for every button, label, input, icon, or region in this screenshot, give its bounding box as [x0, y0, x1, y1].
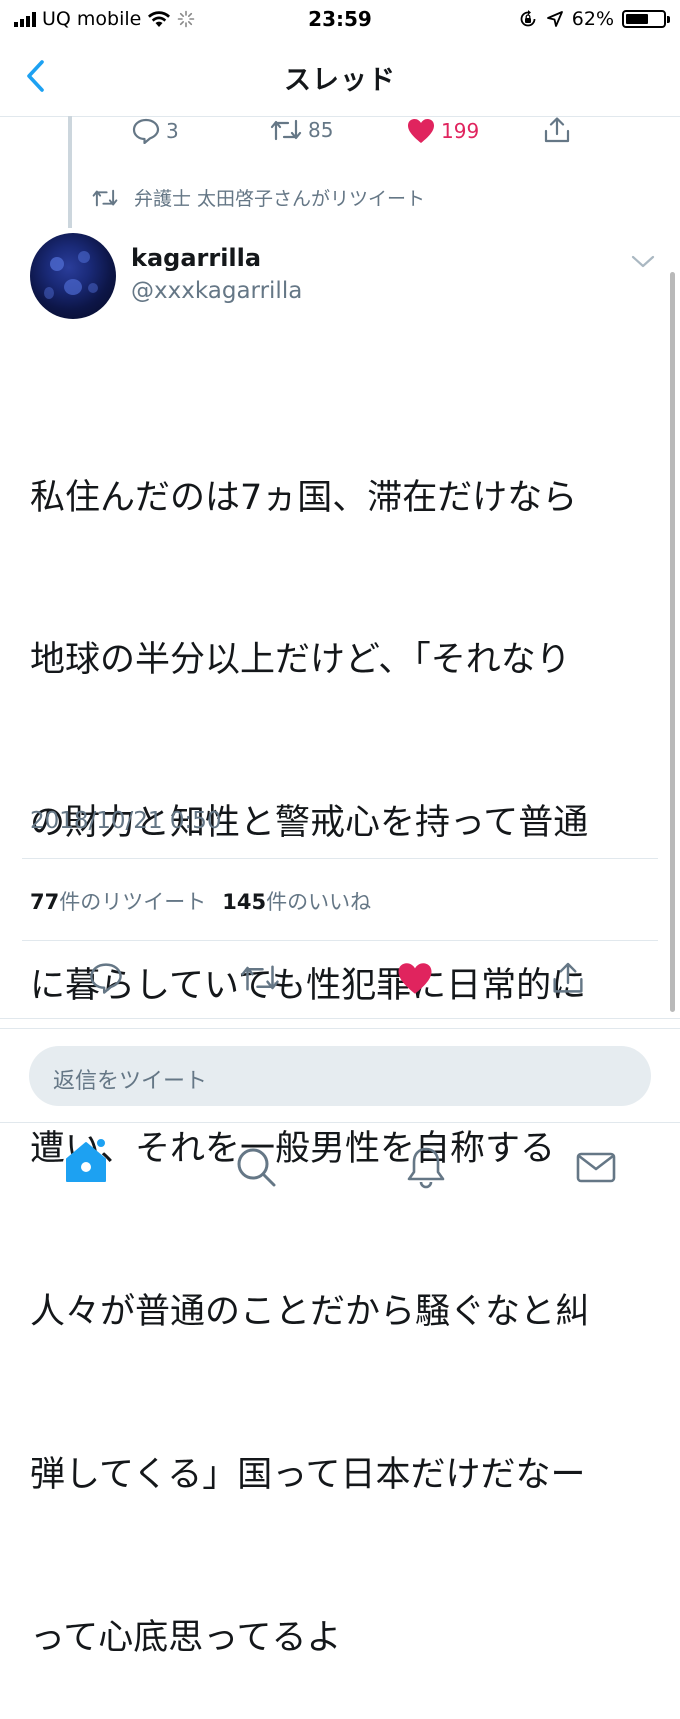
previous-tweet-actions: 3 85 199 [0, 116, 680, 156]
retweet-icon [270, 119, 302, 141]
tweet-timestamp: 2018/10/21 0:50 [30, 808, 222, 834]
reply-placeholder: 返信をツイート [53, 1069, 208, 1094]
chevron-down-icon[interactable] [630, 252, 656, 270]
retweet-icon [92, 189, 118, 206]
retweet-button[interactable]: 85 [270, 118, 333, 142]
author-name[interactable]: kagarrilla [131, 244, 261, 272]
retweet-stat-count: 77 [30, 890, 60, 914]
share-icon[interactable] [551, 960, 585, 996]
divider [0, 1018, 680, 1019]
author-handle[interactable]: @xxxkagarrilla [131, 278, 302, 304]
battery-icon [622, 10, 670, 28]
status-bar: UQ mobile 23:59 62% [0, 0, 680, 38]
heart-icon [408, 119, 434, 143]
share-button[interactable] [543, 116, 571, 144]
location-arrow-icon [546, 11, 563, 27]
tab-bar [0, 1122, 680, 1210]
tweet-text-line: 地球の半分以上だけど、「それなり [30, 640, 571, 681]
tweet-text-line: 人々が普通のことだから騒ぐなと糾 [30, 1292, 591, 1333]
retweet-stat[interactable]: 77件のリツイート [30, 886, 206, 916]
tweet-text-line: って心底思ってるよ [30, 1617, 342, 1658]
tweet-actions [0, 958, 680, 1002]
divider [0, 1028, 680, 1029]
scrollbar[interactable] [670, 272, 675, 1012]
search-icon[interactable] [234, 1145, 278, 1189]
like-stat-count: 145 [222, 890, 267, 914]
home-icon[interactable] [63, 1135, 109, 1185]
avatar[interactable] [30, 233, 116, 319]
tweet-stats: 77件のリツイート 145件のいいね [30, 886, 371, 916]
retweeted-by-label[interactable]: 弁護士 太田啓子さんがリツイート [92, 184, 425, 211]
like-stat-label: 件のいいね [266, 890, 372, 914]
notifications-bell-icon[interactable] [404, 1145, 448, 1189]
retweet-count: 85 [308, 118, 334, 142]
tweet-text: 私住んだのは7ヵ国、滞在だけなら 地球の半分以上だけど、「それなり の財力と知性… [30, 362, 655, 1719]
like-stat[interactable]: 145件のいいね [222, 886, 371, 916]
heart-icon[interactable] [397, 962, 433, 995]
retweet-stat-label: 件のリツイート [59, 890, 207, 914]
share-icon [544, 117, 570, 143]
navigation-bar: スレッド [0, 38, 680, 117]
reply-icon [132, 118, 160, 144]
divider [22, 940, 658, 941]
retweeted-by-text: 弁護士 太田啓子さんがリツイート [134, 188, 426, 210]
retweet-icon[interactable] [240, 963, 280, 993]
tweet-text-line: 私住んだのは7ヵ国、滞在だけなら [30, 477, 578, 518]
reply-icon[interactable] [89, 962, 123, 994]
page-title: スレッド [284, 65, 396, 96]
reply-button[interactable]: 3 [132, 118, 179, 144]
reply-count: 3 [166, 119, 179, 143]
divider [22, 858, 658, 859]
rotation-lock-icon [520, 10, 536, 27]
like-button[interactable]: 199 [407, 118, 479, 144]
tweet-text-line: 弾してくる」国って日本だけだなー [30, 1454, 586, 1495]
battery-percent: 62% [571, 8, 614, 30]
messages-envelope-icon[interactable] [574, 1145, 618, 1189]
reply-input[interactable]: 返信をツイート [29, 1046, 651, 1106]
like-count: 199 [441, 119, 480, 143]
